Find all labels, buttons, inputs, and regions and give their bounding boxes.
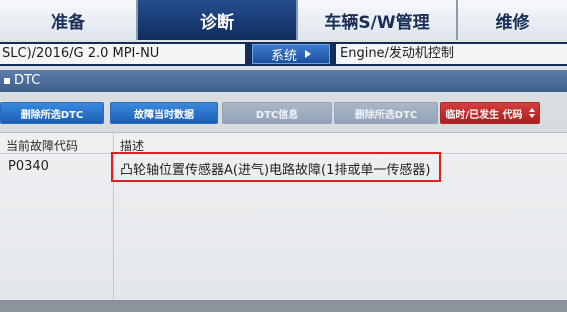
- system-button-label: 系统: [270, 48, 297, 64]
- tab-preparation[interactable]: 准备: [0, 0, 138, 40]
- dtc-action-bar: 删除所选DTC 故障当时数据 DTC信息 删除所选DTC 临时/已发生 代码: [0, 98, 567, 128]
- clear-dtc-button[interactable]: 删除所选DTC: [0, 102, 104, 124]
- panel-title: DTC: [14, 73, 41, 88]
- system-select-button[interactable]: 系统: [252, 44, 330, 64]
- column-header-code: 当前故障代码: [6, 139, 79, 153]
- dtc-table: 当前故障代码 描述 P0340 凸轮轴位置传感器A(进气)电路故障(1排或单一传…: [0, 132, 567, 301]
- diagnostic-screen: 准备 诊断 车辆S/W管理 维修 SLC)/2016/G 2.0 MPI-NU …: [0, 0, 567, 312]
- code-filter-button[interactable]: 临时/已发生 代码: [440, 102, 540, 124]
- bottom-strip: [0, 300, 567, 312]
- clear-selected-dtc-button[interactable]: 删除所选DTC: [334, 102, 438, 124]
- system-name-field: Engine/发动机控制: [336, 44, 567, 64]
- code-filter-label: 临时/已发生 代码: [445, 109, 523, 121]
- dtc-code-cell: P0340: [8, 159, 49, 174]
- vehicle-model-field: SLC)/2016/G 2.0 MPI-NU: [0, 44, 245, 64]
- square-bullet-icon: [4, 78, 10, 84]
- tab-vehicle-sw-management[interactable]: 车辆S/W管理: [298, 0, 458, 40]
- dtc-panel-header: DTC: [0, 70, 567, 92]
- tab-repair[interactable]: 维修: [458, 0, 567, 40]
- highlight-annotation-box: [111, 152, 441, 182]
- vehicle-info-bar: SLC)/2016/G 2.0 MPI-NU 系统 Engine/发动机控制: [0, 42, 567, 66]
- dtc-info-button[interactable]: DTC信息: [222, 102, 332, 124]
- play-icon: [305, 50, 311, 58]
- main-tabs: 准备 诊断 车辆S/W管理 维修: [0, 0, 567, 40]
- up-down-arrow-icon: [528, 108, 535, 118]
- tab-diagnosis[interactable]: 诊断: [138, 0, 298, 40]
- freeze-frame-button[interactable]: 故障当时数据: [110, 102, 218, 124]
